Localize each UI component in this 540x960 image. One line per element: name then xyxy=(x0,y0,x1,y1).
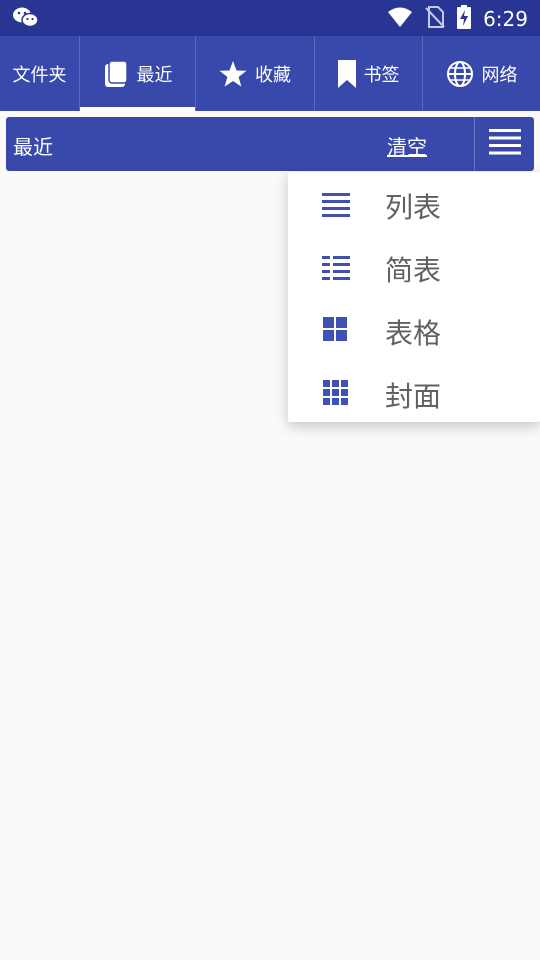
star-icon xyxy=(219,60,247,87)
view-mode-menu: 列表 简表 表格 封面 xyxy=(288,172,540,422)
status-bar: 6:29 xyxy=(0,0,540,36)
page-title: 最近 xyxy=(13,135,53,159)
menu-icon xyxy=(488,129,521,159)
menu-item-grid[interactable]: 表格 xyxy=(288,298,540,361)
grid-icon xyxy=(322,316,350,344)
menu-item-cover[interactable]: 封面 xyxy=(288,361,540,424)
battery-charging-icon xyxy=(457,5,472,33)
menu-item-label: 表格 xyxy=(385,317,442,350)
tab-label: 最近 xyxy=(136,64,173,86)
view-mode-button[interactable] xyxy=(475,117,534,171)
cover-grid-icon xyxy=(322,379,350,407)
tab-bar: 文件夹 最近 收藏 书签 网络 xyxy=(0,36,540,111)
menu-item-list[interactable]: 列表 xyxy=(288,172,540,235)
menu-item-label: 封面 xyxy=(385,380,442,413)
tab-folders[interactable]: 文件夹 xyxy=(0,36,80,111)
tab-bookmarks[interactable]: 书签 xyxy=(315,36,423,111)
tab-network[interactable]: 网络 xyxy=(423,36,540,111)
bookmark-icon xyxy=(337,59,356,88)
tab-label: 收藏 xyxy=(255,64,291,86)
no-sim-icon xyxy=(425,6,445,32)
clock: 6:29 xyxy=(483,7,528,31)
wechat-icon xyxy=(12,6,40,34)
tab-favorites[interactable]: 收藏 xyxy=(196,36,315,111)
tab-label: 文件夹 xyxy=(12,64,67,86)
wifi-icon xyxy=(387,6,413,32)
compact-list-icon xyxy=(322,253,350,281)
clear-button[interactable]: 清空 xyxy=(387,131,427,160)
tab-label: 网络 xyxy=(481,64,518,86)
globe-icon xyxy=(446,60,474,88)
menu-item-label: 列表 xyxy=(385,191,442,224)
book-icon xyxy=(103,59,129,88)
recent-header: 最近 清空 xyxy=(6,117,534,171)
list-icon xyxy=(322,190,350,218)
tab-recent[interactable]: 最近 xyxy=(80,36,196,111)
menu-item-label: 简表 xyxy=(385,254,442,287)
tab-label: 书签 xyxy=(363,64,400,86)
menu-item-compact-list[interactable]: 简表 xyxy=(288,235,540,298)
